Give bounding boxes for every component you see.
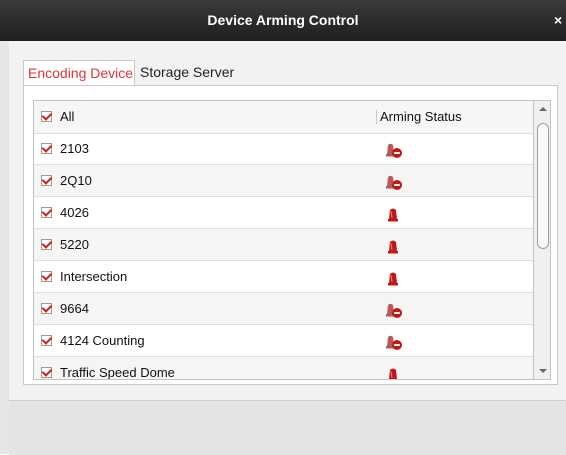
dialog-footer: [9, 400, 566, 455]
device-name: 4026: [60, 205, 89, 220]
vertical-scrollbar[interactable]: [533, 100, 551, 380]
device-list: All Arming Status 2103 2Q10 4026 5220 Inters…: [33, 100, 533, 380]
device-row[interactable]: 2Q10: [34, 165, 533, 197]
select-all-label: All: [60, 109, 75, 124]
scroll-thumb[interactable]: [537, 123, 549, 249]
device-row[interactable]: 5220: [34, 229, 533, 261]
close-button[interactable]: ×: [554, 10, 566, 30]
armed-alarm-icon: [384, 205, 404, 223]
list-header: All Arming Status: [34, 101, 533, 134]
select-all-checkbox[interactable]: [41, 111, 52, 122]
device-name: Traffic Speed Dome: [60, 365, 175, 380]
device-checkbox[interactable]: [41, 143, 52, 154]
armed-alarm-icon: [384, 365, 404, 379]
device-checkbox[interactable]: [41, 271, 52, 282]
device-row[interactable]: Traffic Speed Dome: [34, 357, 533, 380]
device-row[interactable]: 2103: [34, 133, 533, 165]
device-row[interactable]: 4124 Counting: [34, 325, 533, 357]
tab-panel: All Arming Status 2103 2Q10 4026 5220 Inters…: [23, 85, 558, 385]
scroll-down-arrow-icon[interactable]: [539, 369, 547, 373]
device-checkbox[interactable]: [41, 175, 52, 186]
tab-storage-server[interactable]: Storage Server: [136, 60, 250, 85]
device-name: 2Q10: [60, 173, 92, 188]
dialog-title: Device Arming Control: [207, 12, 359, 28]
left-edge: [0, 41, 9, 454]
device-name: 2103: [60, 141, 89, 156]
disarmed-alarm-icon: [384, 301, 404, 319]
tab-encoding-device[interactable]: Encoding Device: [23, 60, 135, 85]
device-row[interactable]: Intersection: [34, 261, 533, 293]
arming-status-column-header[interactable]: Arming Status: [380, 101, 462, 133]
device-checkbox[interactable]: [41, 303, 52, 314]
device-arming-control-dialog: Device Arming Control × Encoding Device …: [0, 0, 566, 455]
armed-alarm-icon: [384, 269, 404, 287]
title-bar: Device Arming Control ×: [0, 0, 566, 41]
device-checkbox[interactable]: [41, 207, 52, 218]
device-row[interactable]: 4026: [34, 197, 533, 229]
device-name: 4124 Counting: [60, 333, 145, 348]
disarmed-alarm-icon: [384, 333, 404, 351]
device-name: 5220: [60, 237, 89, 252]
device-name: Intersection: [60, 269, 128, 284]
device-row[interactable]: 9664: [34, 293, 533, 325]
device-checkbox[interactable]: [41, 367, 52, 378]
scroll-up-arrow-icon[interactable]: [539, 107, 547, 111]
device-checkbox[interactable]: [41, 239, 52, 250]
disarmed-alarm-icon: [384, 141, 404, 159]
armed-alarm-icon: [384, 237, 404, 255]
device-checkbox[interactable]: [41, 335, 52, 346]
column-separator[interactable]: [376, 110, 377, 124]
disarmed-alarm-icon: [384, 173, 404, 191]
device-name: 9664: [60, 301, 89, 316]
